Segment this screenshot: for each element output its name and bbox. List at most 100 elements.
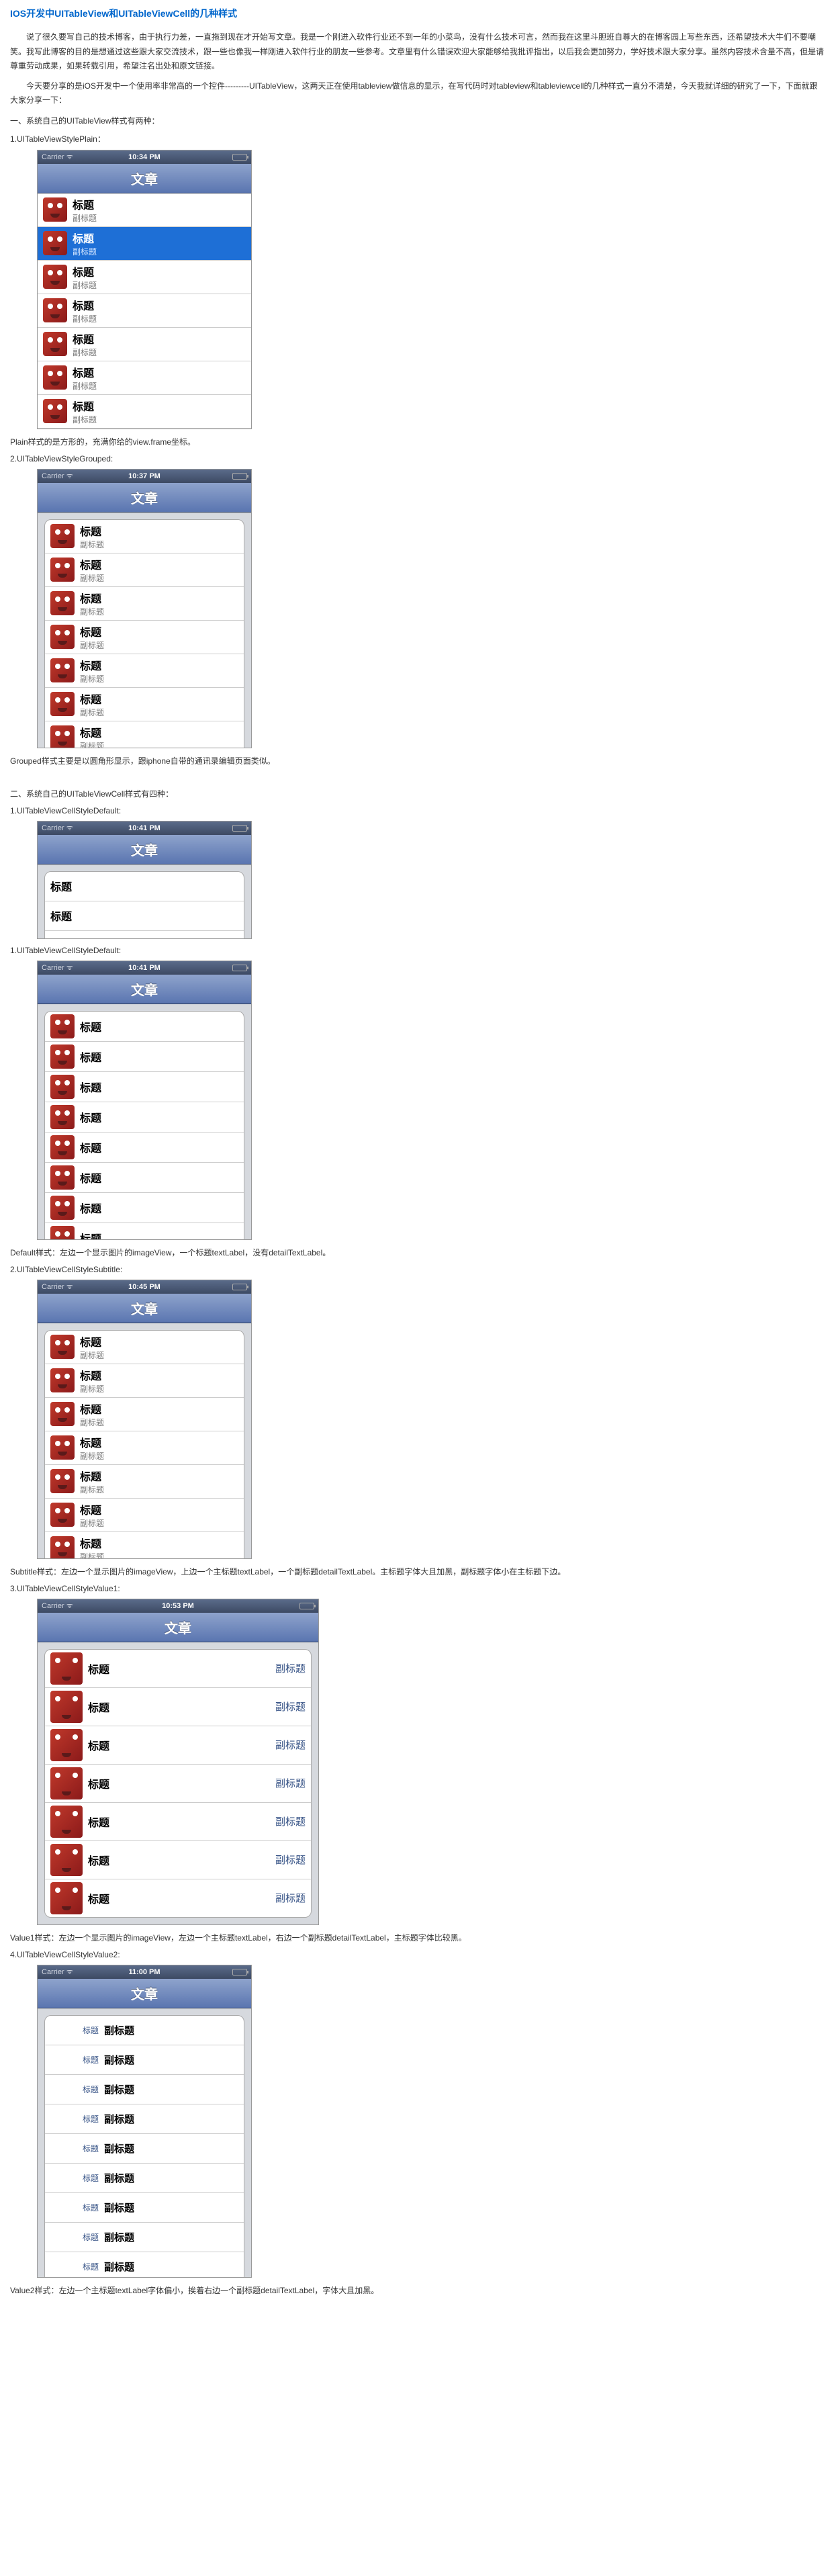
table-row[interactable]: 标题 <box>45 1042 244 1072</box>
table-row[interactable]: 标题副标题 <box>38 261 251 294</box>
wifi-icon: ᯤ <box>66 152 73 162</box>
cell-text-label: 标题 <box>52 2143 99 2154</box>
cell-image <box>43 265 67 289</box>
table-row[interactable]: 标题 <box>45 931 244 938</box>
table-row[interactable]: 标题副标题 <box>38 294 251 328</box>
cell-detail-label: 副标题 <box>275 1853 306 1867</box>
table-row[interactable]: 标题 <box>45 1163 244 1193</box>
table-row[interactable]: 标题副标题 <box>45 1650 311 1688</box>
cell-image <box>50 1435 75 1460</box>
cell-text-label: 标题 <box>80 523 238 539</box>
table-row[interactable]: 标题副标题 <box>45 1726 311 1765</box>
table-row[interactable]: 标题副标题 <box>45 688 244 721</box>
cell-image <box>50 1652 83 1685</box>
table-row[interactable]: 标题 <box>45 1012 244 1042</box>
table-row[interactable]: 标题副标题 <box>38 227 251 261</box>
table-row[interactable]: 标题副标题 <box>45 1532 244 1558</box>
cell-image <box>50 1882 83 1914</box>
status-bar: Carrier ᯤ10:53 PM <box>38 1599 318 1613</box>
cell-text-label: 标题 <box>73 263 246 279</box>
cell-detail-label: 副标题 <box>73 212 246 224</box>
table-row[interactable]: 标题副标题 <box>45 520 244 553</box>
table-row[interactable]: 标题 <box>45 1193 244 1223</box>
tableview-value2[interactable]: 标题副标题标题副标题标题副标题标题副标题标题副标题标题副标题标题副标题标题副标题… <box>38 2008 251 2277</box>
cell-text-label: 标题 <box>88 1890 275 1906</box>
table-row[interactable]: 标题副标题 <box>45 1364 244 1398</box>
cell-image <box>50 1335 75 1359</box>
cell-detail-label: 副标题 <box>104 2230 134 2244</box>
cell-detail-label: 副标题 <box>275 1776 306 1790</box>
table-row[interactable]: 标题 <box>45 1102 244 1132</box>
table-row[interactable]: 标题副标题 <box>45 721 244 748</box>
table-row[interactable]: 标题副标题 <box>45 2193 244 2223</box>
cell-text-label: 标题 <box>80 657 238 673</box>
cell-detail-label: 副标题 <box>80 1551 238 1558</box>
cell-text-label: 标题 <box>80 1535 238 1551</box>
table-row[interactable]: 标题 <box>45 1072 244 1102</box>
table-row[interactable]: 标题 <box>45 1132 244 1163</box>
cell-image <box>50 1503 75 1527</box>
table-row[interactable]: 标题 <box>45 872 244 901</box>
table-row[interactable]: 标题副标题 <box>45 2075 244 2104</box>
table-row[interactable]: 标题副标题 <box>45 2045 244 2075</box>
table-row[interactable]: 标题副标题 <box>45 1765 311 1803</box>
table-row[interactable]: 标题副标题 <box>45 2016 244 2045</box>
table-row[interactable]: 标题副标题 <box>45 621 244 654</box>
table-row[interactable]: 标题副标题 <box>38 395 251 429</box>
style-plain-label: 1.UITableViewStylePlain： <box>10 133 824 144</box>
cell-text-label: 标题 <box>73 196 246 212</box>
table-row[interactable]: 标题副标题 <box>38 328 251 361</box>
table-row[interactable]: 标题副标题 <box>45 1879 311 1917</box>
cell-text-label: 标题 <box>80 1501 238 1517</box>
tableview-value1[interactable]: 标题副标题标题副标题标题副标题标题副标题标题副标题标题副标题标题副标题 <box>38 1642 318 1924</box>
carrier-label: Carrier <box>42 964 64 972</box>
cell-detail-label: 副标题 <box>80 740 238 748</box>
table-row[interactable]: 标题副标题 <box>45 553 244 587</box>
phone-default-small: Carrier ᯤ10:41 PM 文章 标题标题标题 <box>37 821 252 939</box>
table-row[interactable]: 标题副标题 <box>45 1465 244 1499</box>
nav-bar: 文章 <box>38 1294 251 1323</box>
plain-desc: Plain样式的是方形的，充满你给的view.frame坐标。 <box>10 436 824 447</box>
tableview-grouped[interactable]: 标题副标题标题副标题标题副标题标题副标题标题副标题标题副标题标题副标题标题副标题 <box>38 513 251 748</box>
cell-image <box>50 1226 75 1239</box>
status-time: 10:45 PM <box>128 1283 160 1291</box>
table-row[interactable]: 标题副标题 <box>45 1803 311 1841</box>
cell-text-label: 标题 <box>73 330 246 347</box>
cell-detail-label: 副标题 <box>275 1738 306 1752</box>
tableview-default[interactable]: 标题标题标题标题标题标题标题标题 <box>38 1004 251 1239</box>
cell-text-label: 标题 <box>52 2113 99 2125</box>
table-row[interactable]: 标题 <box>45 1223 244 1239</box>
cell-image <box>50 1165 75 1190</box>
cell-text-label: 标题 <box>80 1109 238 1125</box>
table-row[interactable]: 标题副标题 <box>45 1688 311 1726</box>
table-row[interactable]: 标题副标题 <box>45 2223 244 2252</box>
cell-text-label: 标题 <box>80 1200 238 1216</box>
table-row[interactable]: 标题副标题 <box>45 2164 244 2193</box>
tableview-default-small[interactable]: 标题标题标题 <box>38 864 251 938</box>
table-row[interactable]: 标题副标题 <box>45 1398 244 1431</box>
tableview-plain[interactable]: 标题副标题标题副标题标题副标题标题副标题标题副标题标题副标题标题副标题标题副标题… <box>38 193 251 429</box>
cell-detail-label: 副标题 <box>80 606 238 617</box>
table-row[interactable]: 标题副标题 <box>45 1499 244 1532</box>
cell-detail-label: 副标题 <box>73 313 246 324</box>
table-row[interactable]: 标题副标题 <box>45 587 244 621</box>
cell-text-label: 标题 <box>80 1333 238 1349</box>
table-row[interactable]: 标题副标题 <box>45 2104 244 2134</box>
value2-desc: Value2样式：左边一个主标题textLabel字体偏小，挨着右边一个副标题d… <box>10 2284 824 2296</box>
table-row[interactable]: 标题副标题 <box>45 2134 244 2164</box>
table-row[interactable]: 标题副标题 <box>45 1331 244 1364</box>
table-row[interactable]: 标题 <box>45 901 244 931</box>
table-row[interactable]: 标题副标题 <box>45 1431 244 1465</box>
cell-image <box>50 524 75 548</box>
table-row[interactable]: 标题副标题 <box>45 2252 244 2277</box>
tableview-subtitle[interactable]: 标题副标题标题副标题标题副标题标题副标题标题副标题标题副标题标题副标题标题副标题 <box>38 1323 251 1558</box>
cell-image <box>50 692 75 716</box>
phone-subtitle: Carrier ᯤ10:45 PM 文章 标题副标题标题副标题标题副标题标题副标… <box>37 1280 252 1559</box>
table-row[interactable]: 标题副标题 <box>45 654 244 688</box>
table-row[interactable]: 标题副标题 <box>38 193 251 227</box>
cell-detail-label: 副标题 <box>80 1517 238 1529</box>
cell-detail-label: 副标题 <box>275 1814 306 1828</box>
table-row[interactable]: 标题副标题 <box>38 361 251 395</box>
cell-detail-label: 副标题 <box>104 2171 134 2185</box>
table-row[interactable]: 标题副标题 <box>45 1841 311 1879</box>
